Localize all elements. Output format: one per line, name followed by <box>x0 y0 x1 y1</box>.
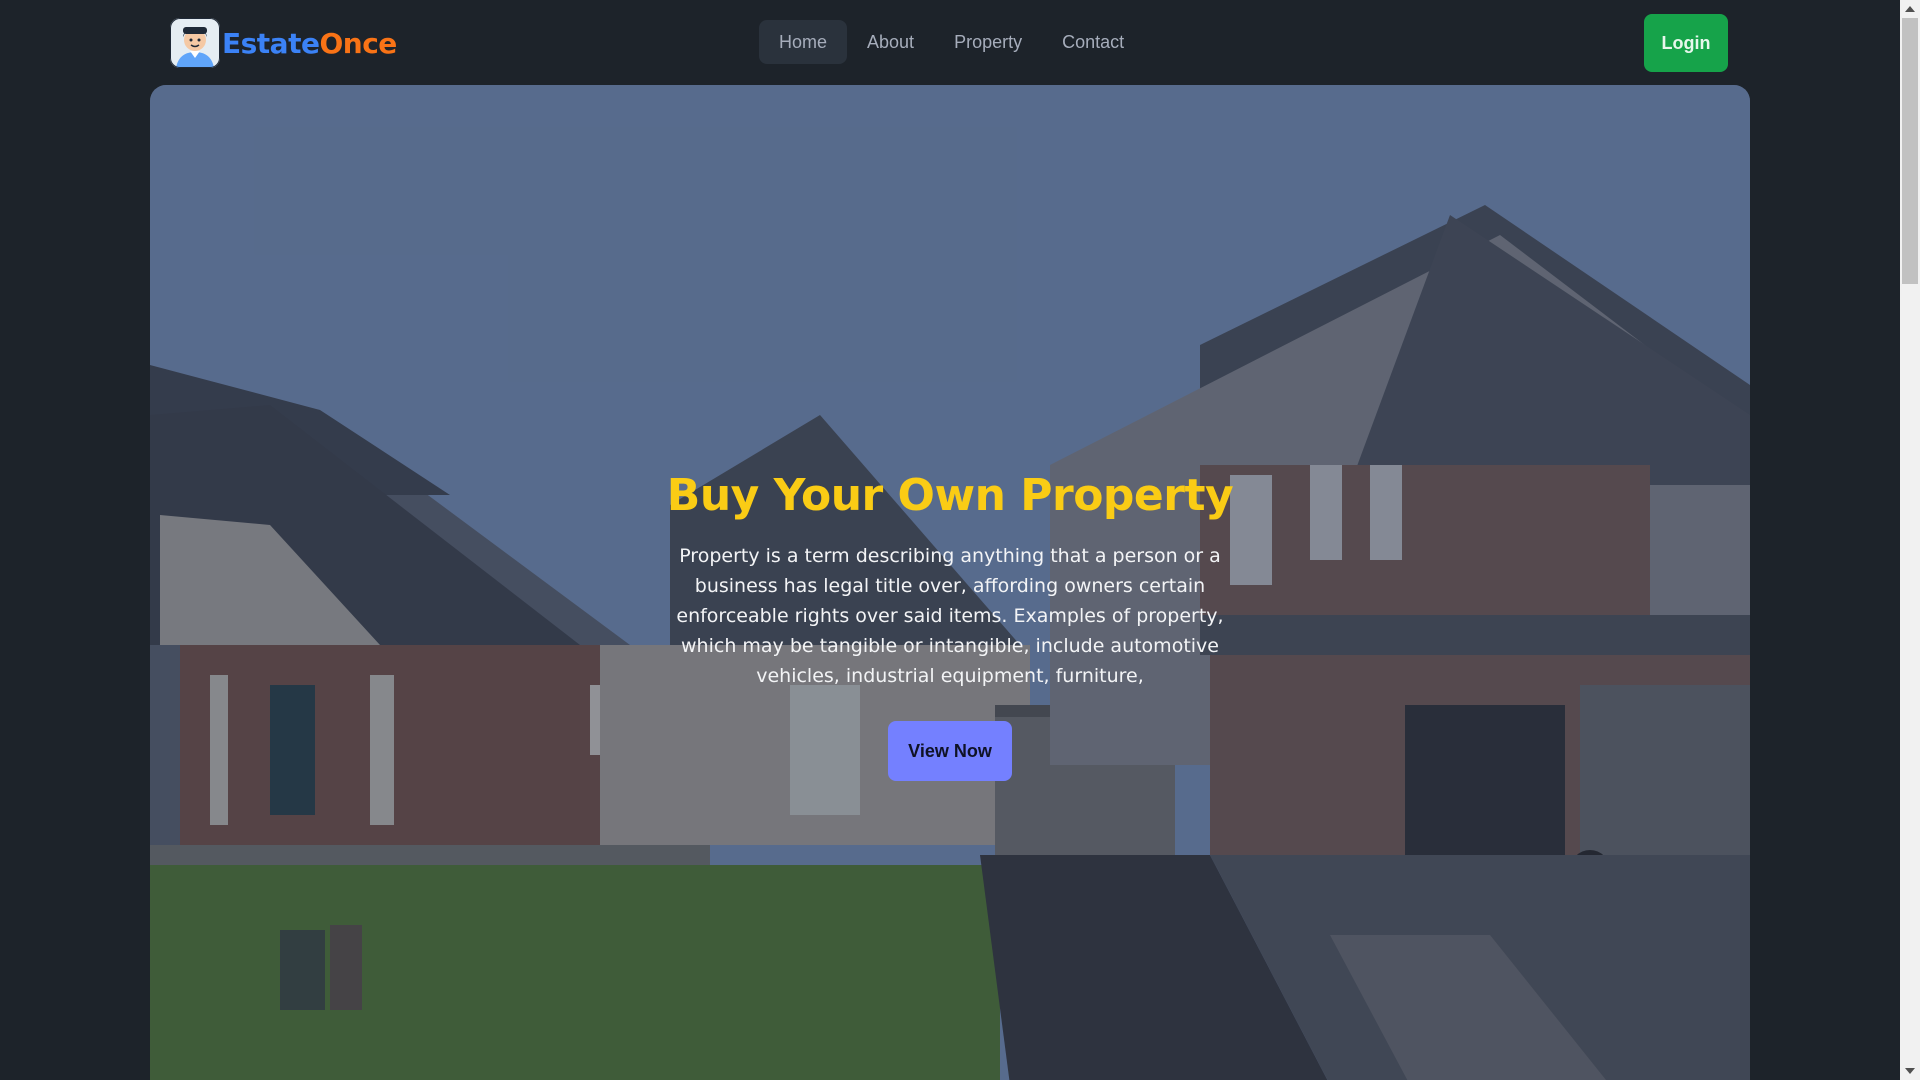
nav-contact[interactable]: Contact <box>1042 20 1144 64</box>
brand-logo[interactable]: EstateOnce <box>170 18 397 68</box>
nav-about[interactable]: About <box>847 20 934 64</box>
view-now-button[interactable]: View Now <box>888 721 1012 781</box>
hero-title: Buy Your Own Property <box>666 470 1234 521</box>
scroll-up-icon[interactable] <box>1905 6 1915 12</box>
brand-name-part2: Once <box>319 26 397 60</box>
login-button[interactable]: Login <box>1644 14 1728 72</box>
main-nav: Home About Property Contact <box>759 20 1144 64</box>
scroll-down-icon[interactable] <box>1905 1068 1915 1074</box>
page-scrollbar[interactable] <box>1900 0 1920 1080</box>
brand-name-part1: Estate <box>222 26 320 60</box>
scrollbar-thumb[interactable] <box>1902 18 1918 284</box>
navbar: EstateOnce Home About Property Contact L… <box>0 0 1900 86</box>
nav-property[interactable]: Property <box>934 20 1042 64</box>
avatar-icon <box>170 18 220 68</box>
hero-content: Buy Your Own Property Property is a term… <box>150 470 1750 781</box>
nav-home[interactable]: Home <box>759 20 848 64</box>
hero-description: Property is a term describing anything t… <box>676 545 1224 687</box>
brand-name: EstateOnce <box>222 27 397 60</box>
hero-banner: Buy Your Own Property Property is a term… <box>150 85 1750 1080</box>
